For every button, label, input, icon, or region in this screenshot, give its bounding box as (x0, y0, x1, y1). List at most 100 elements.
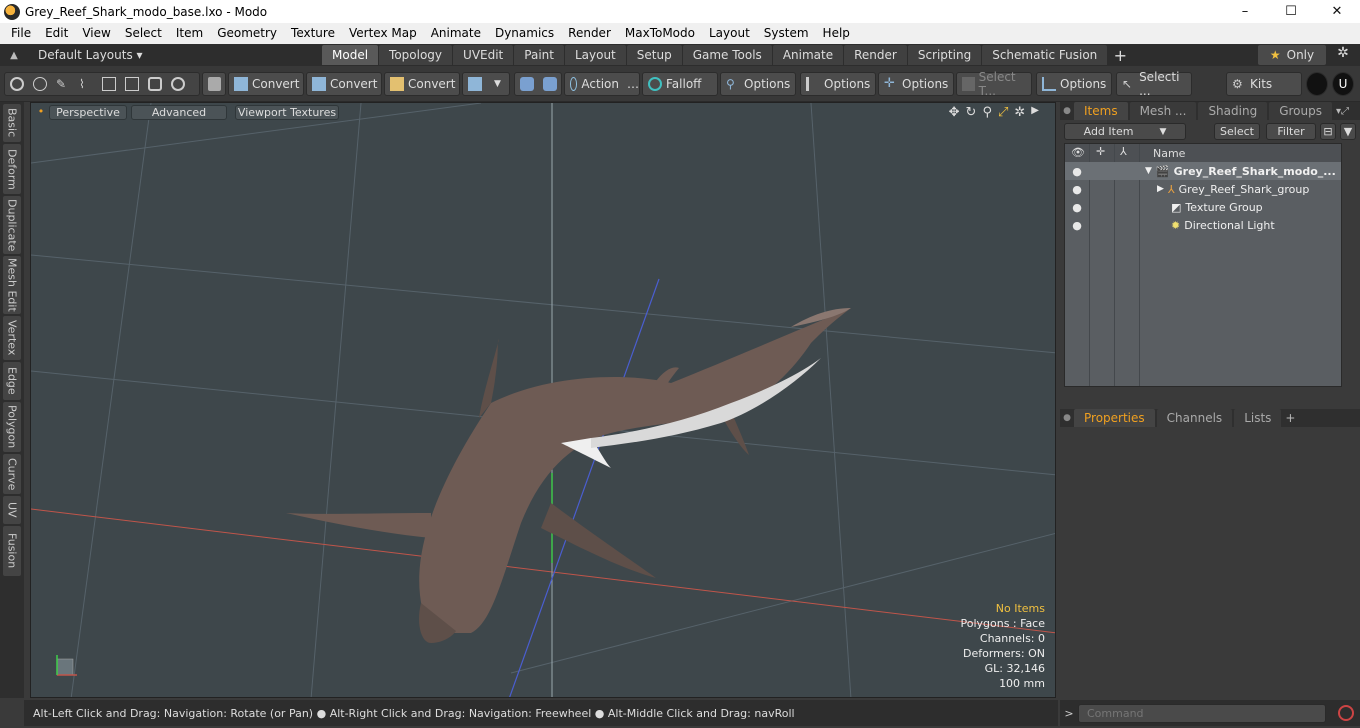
options-button-3[interactable]: ✛ Options (878, 72, 954, 96)
viewport-menu-icon[interactable]: • (37, 105, 45, 120)
pen-icon[interactable]: ✎ (56, 77, 70, 91)
funnel-icon[interactable]: ▼ (1340, 123, 1356, 140)
gear-icon[interactable]: ✲ (1333, 45, 1353, 65)
list-item[interactable]: ● ▶ ⅄ Grey_Reef_Shark_group (1065, 180, 1341, 198)
unity-icon[interactable] (1306, 72, 1328, 96)
options-button-1[interactable]: ⚲ Options (720, 72, 796, 96)
vtab-curve[interactable]: Curve (3, 454, 21, 494)
select-button[interactable]: Select (1214, 123, 1260, 140)
tab-animate[interactable]: Animate (772, 45, 844, 65)
menu-render[interactable]: Render (561, 23, 618, 44)
vertices-mode-icon[interactable] (10, 77, 24, 91)
vtab-deform[interactable]: Deform (3, 144, 21, 194)
tab-topology[interactable]: Topology (379, 45, 453, 65)
selection-sets-button[interactable]: ↖ Selecti ... (1116, 70, 1192, 98)
menu-maxtomodo[interactable]: MaxToModo (618, 23, 702, 44)
add-item-dropdown[interactable]: Add Item ▼ (1064, 123, 1186, 140)
minimize-button[interactable]: – (1222, 0, 1268, 23)
menu-dynamics[interactable]: Dynamics (488, 23, 561, 44)
tab-model[interactable]: Model (322, 45, 379, 65)
edges-mode-icon[interactable] (102, 77, 116, 91)
tab-render[interactable]: Render (844, 45, 907, 65)
options-button-4[interactable]: Options (1036, 72, 1112, 96)
visibility-eye-icon[interactable]: ● (1068, 201, 1086, 214)
tab-setup[interactable]: Setup (626, 45, 682, 65)
close-button[interactable]: ✕ (1314, 0, 1360, 23)
vtab-basic[interactable]: Basic (3, 104, 21, 142)
viewport-textures-dropdown[interactable]: Viewport Textures (235, 105, 339, 120)
visibility-eye-icon[interactable]: ● (1068, 165, 1086, 178)
panel-options-icon[interactable]: ▾⤢ (1336, 106, 1349, 117)
convert-button-1[interactable]: Convert (228, 72, 304, 96)
menu-vertex-map[interactable]: Vertex Map (342, 23, 424, 44)
filter-button[interactable]: Filter (1266, 123, 1316, 140)
material-mode-icon[interactable] (148, 77, 162, 91)
action-center-button[interactable]: Action … (564, 72, 640, 96)
convert-button-3[interactable]: Convert (384, 72, 460, 96)
polygons-mode-icon[interactable] (125, 77, 139, 91)
visibility-eye-icon[interactable]: ● (1068, 183, 1086, 196)
maximize-button[interactable]: ☐ (1268, 0, 1314, 23)
falloff-button[interactable]: Falloff (642, 72, 718, 96)
panel-collapse-icon[interactable]: ● (1060, 106, 1074, 116)
maximize-viewport-icon[interactable]: ⤢ (998, 105, 1008, 120)
command-history-icon[interactable]: > (1060, 707, 1078, 720)
layout-collapse-icon[interactable]: ▲ (0, 50, 28, 61)
tab-groups[interactable]: Groups (1269, 102, 1332, 120)
kits-button[interactable]: ⚙ Kits (1226, 72, 1302, 96)
3d-viewport[interactable]: • Perspective Advanced Viewport Textures… (30, 102, 1056, 698)
visibility-column-icon[interactable]: 👁 (1071, 146, 1085, 159)
pan-icon[interactable]: ✥ (949, 105, 960, 120)
unreal-icon[interactable]: U (1332, 72, 1354, 96)
menu-item[interactable]: Item (169, 23, 210, 44)
name-column-header[interactable]: Name (1153, 147, 1185, 160)
tab-game-tools[interactable]: Game Tools (682, 45, 772, 65)
menu-animate[interactable]: Animate (424, 23, 488, 44)
item-mode-icon[interactable] (171, 77, 185, 91)
tab-scripting[interactable]: Scripting (907, 45, 982, 65)
record-macro-icon[interactable] (1338, 705, 1354, 721)
tab-lists[interactable]: Lists (1234, 409, 1282, 427)
add-tab-icon[interactable]: + (1285, 411, 1295, 425)
menu-texture[interactable]: Texture (284, 23, 342, 44)
tab-shading[interactable]: Shading (1198, 102, 1268, 120)
select-through-button[interactable]: Select T... (956, 70, 1032, 98)
lock-column-icon[interactable]: ✛ (1096, 145, 1105, 158)
list-item[interactable]: ● ◩ Texture Group (1065, 198, 1341, 216)
viewport-gear-icon[interactable]: ✲ (1014, 105, 1025, 120)
vtab-mesh-edit[interactable]: Mesh Edit (3, 256, 21, 314)
expand-triangle-icon[interactable]: ▶ (1157, 184, 1164, 194)
options-button-2[interactable]: Options (800, 72, 876, 96)
convert-button-2[interactable]: Convert (306, 72, 382, 96)
vtab-vertex[interactable]: Vertex (3, 316, 21, 360)
zoom-icon[interactable]: ⚲ (982, 105, 992, 120)
vtab-fusion[interactable]: Fusion (3, 526, 21, 576)
tab-layout[interactable]: Layout (564, 45, 626, 65)
symmetry-buttons[interactable] (514, 72, 562, 96)
tab-items[interactable]: Items (1074, 102, 1128, 120)
tab-mesh[interactable]: Mesh ... (1129, 102, 1197, 120)
vtab-polygon[interactable]: Polygon (3, 402, 21, 452)
menu-view[interactable]: View (75, 23, 117, 44)
menu-help[interactable]: Help (816, 23, 857, 44)
menu-edit[interactable]: Edit (38, 23, 75, 44)
viewport-arrow-icon[interactable]: ▶ (1031, 105, 1039, 120)
brush-icon[interactable]: ⌇ (79, 77, 93, 91)
tab-channels[interactable]: Channels (1156, 409, 1233, 427)
default-layouts-dropdown[interactable]: Default Layouts ▾ (28, 48, 322, 62)
vtab-duplicate[interactable]: Duplicate (3, 196, 21, 254)
mesh-dropdown[interactable]: ▼ (462, 72, 510, 96)
rotate-icon[interactable]: ↻ (966, 105, 977, 120)
visibility-eye-icon[interactable]: ● (1068, 219, 1086, 232)
tab-properties[interactable]: Properties (1074, 409, 1155, 427)
command-input[interactable] (1078, 703, 1326, 723)
menu-geometry[interactable]: Geometry (210, 23, 284, 44)
tab-schematic-fusion[interactable]: Schematic Fusion (982, 45, 1108, 65)
vtab-edge[interactable]: Edge (3, 362, 21, 400)
perspective-dropdown[interactable]: Perspective (49, 105, 127, 120)
menu-select[interactable]: Select (118, 23, 169, 44)
list-item[interactable]: ● ▼ 🎬 Grey_Reef_Shark_modo_... (1065, 162, 1341, 180)
menu-layout[interactable]: Layout (702, 23, 757, 44)
only-toggle[interactable]: ★ Only (1258, 45, 1326, 65)
collapse-list-icon[interactable]: ⊟ (1320, 123, 1336, 140)
